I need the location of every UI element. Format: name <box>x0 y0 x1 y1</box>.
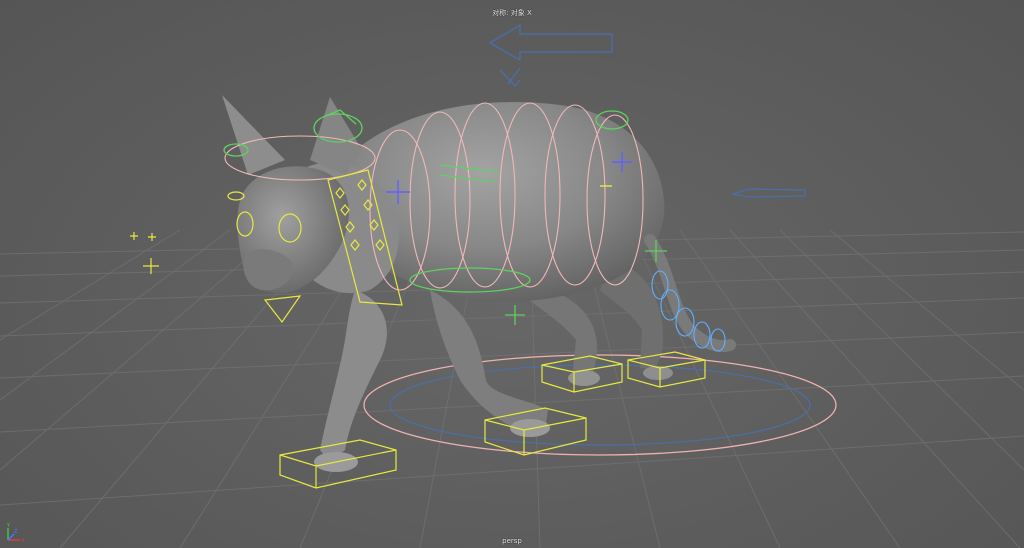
direction-arrow-control[interactable] <box>488 23 613 87</box>
camera-name-label: persp <box>502 537 522 545</box>
view-axis-gizmo: X Y Z <box>6 523 25 544</box>
axis-z-label: Z <box>14 529 18 535</box>
root-offset-control[interactable] <box>389 364 811 446</box>
axis-x-label: X <box>21 538 25 544</box>
maya-perspective-viewport[interactable]: 对称: 对象 X persp X Y Z <box>0 0 1024 548</box>
root-control[interactable] <box>363 354 837 456</box>
distant-arrow-control[interactable] <box>730 188 806 198</box>
symmetry-status-label: 对称: 对象 X <box>492 9 532 17</box>
axis-y-label: Y <box>6 523 11 529</box>
viewport-scene[interactable] <box>0 0 1024 548</box>
